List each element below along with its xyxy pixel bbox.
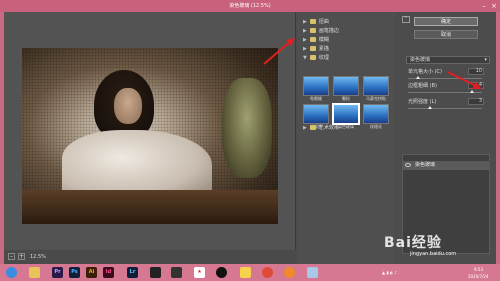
thumb-image (363, 76, 389, 96)
folder-distort[interactable]: ▶ 扭曲 (303, 18, 329, 26)
border-thickness-slider[interactable] (408, 90, 482, 93)
folder-brush-strokes[interactable]: ▶ 画笔描边 (303, 27, 339, 35)
clock-time[interactable]: 9:53 (474, 267, 483, 272)
filter-gallery-dialog: – + 12.5% ▶ 扭曲 ▶ 画笔描边 ▶ 模糊 ▶ 素描 ▼ 纹理 龟裂缝… (4, 12, 496, 264)
thumb-grain[interactable]: 颗粒 (333, 76, 359, 102)
thumb-craquelure[interactable]: 龟裂缝 (303, 76, 329, 102)
expand-arrow-icon: ▶ (303, 18, 307, 25)
filter-tree: ▶ 扭曲 ▶ 画笔描边 ▶ 模糊 ▶ 素描 ▼ 纹理 龟裂缝 颗粒 马赛克拼贴 … (297, 12, 395, 264)
effect-layer-label: 染色玻璃 (415, 162, 436, 168)
texture-thumbnails: 龟裂缝 颗粒 马赛克拼贴 拼缀图 染色玻璃 纹理化 (303, 76, 389, 130)
thumb-texturizer[interactable]: 纹理化 (363, 104, 389, 130)
folder-icon[interactable] (29, 267, 40, 278)
zoom-in-button[interactable]: + (18, 253, 25, 260)
thumb-image (333, 76, 359, 96)
stocks-icon[interactable]: ★ (194, 267, 205, 278)
chrome-icon[interactable] (262, 267, 273, 278)
thumb-label: 纹理化 (370, 124, 382, 129)
premiere-icon[interactable]: Pr (52, 267, 63, 278)
collapse-arrow-icon: ▼ (303, 54, 307, 61)
ok-button[interactable]: 确定 (414, 17, 478, 26)
chevron-down-icon: ▾ (484, 57, 487, 63)
annotation-arrow-icon (263, 38, 295, 65)
watermark-logo: Bai经验 (384, 235, 442, 251)
photo-face (114, 88, 142, 124)
annotation-arrow-icon (447, 71, 482, 89)
folder-icon (309, 19, 316, 24)
folder-icon (309, 46, 316, 51)
thumb-label: 龟裂缝 (310, 96, 322, 101)
thumb-image (303, 104, 329, 124)
video-icon[interactable] (171, 267, 182, 278)
firefox-icon[interactable] (284, 267, 295, 278)
window-title-bar: 染色玻璃 (12.5%) – × (0, 0, 500, 12)
files-icon[interactable] (307, 267, 318, 278)
folder-label: 纹理 (318, 55, 329, 61)
folder-artistic[interactable]: ▶ 艺术效果 (303, 124, 339, 132)
folder-label: 模糊 (318, 37, 329, 43)
zoom-value[interactable]: 12.5% (30, 254, 46, 260)
folder-icon (309, 55, 316, 60)
photo-table (22, 190, 278, 224)
cell-size-label: 单元格大小 (C) (408, 69, 442, 75)
settings-panel: ⌃ 确定 取消 染色玻璃 ▾ 单元格大小 (C) 10 边框粗细 (B) 4 光… (396, 12, 496, 264)
preview-image (22, 48, 278, 224)
photoshop-icon[interactable]: Ps (69, 267, 80, 278)
slider-knob[interactable] (428, 106, 432, 109)
media-icon[interactable] (150, 267, 161, 278)
folder-label: 艺术效果 (318, 125, 339, 131)
light-intensity-input[interactable]: 3 (468, 98, 484, 105)
filter-select-value: 染色玻璃 (410, 57, 431, 63)
system-tray: ▲ ▮ ◐ ♪ 9:53 2020/7/24 (380, 264, 500, 281)
slider-knob[interactable] (416, 76, 420, 79)
light-intensity-label: 光照强度 (L) (408, 99, 437, 105)
collapse-panel-icon[interactable]: ⌃ (402, 16, 410, 23)
folder-icon (309, 125, 316, 130)
window-controls: – × (480, 0, 498, 12)
clock-date[interactable]: 2020/7/24 (468, 274, 489, 279)
windows-start-icon[interactable] (6, 267, 17, 278)
folder-label: 素描 (318, 46, 329, 52)
tray-icons[interactable]: ▲ ▮ ◐ ♪ (382, 270, 397, 275)
zoom-out-button[interactable]: – (8, 253, 15, 260)
close-icon[interactable]: × (490, 2, 498, 10)
watermark-url: jingyan.baidu.com (410, 251, 457, 257)
light-intensity-slider[interactable] (408, 106, 482, 109)
expand-arrow-icon: ▶ (303, 45, 307, 52)
taskbar: Pr Ps Ai Id Lr ★ ▲ ▮ ◐ ♪ 9:53 2020/7/24 (0, 264, 500, 281)
cancel-button[interactable]: 取消 (414, 30, 478, 39)
folder-icon (309, 37, 316, 42)
thumb-label: 马赛克拼贴 (366, 96, 386, 101)
notes-icon[interactable] (240, 267, 251, 278)
window-title: 染色玻璃 (12.5%) (229, 3, 271, 9)
thumb-label: 颗粒 (342, 96, 350, 101)
thumb-image (303, 76, 329, 96)
folder-label: 画笔描边 (318, 28, 339, 34)
border-thickness-label: 边框粗细 (B) (408, 83, 437, 89)
folder-sketch[interactable]: ▶ 素描 (303, 45, 329, 53)
expand-arrow-icon: ▶ (303, 36, 307, 43)
lightroom-icon[interactable]: Lr (127, 267, 138, 278)
zoom-bar: – + 12.5% (4, 250, 296, 264)
effect-layer[interactable]: 染色玻璃 (403, 161, 489, 170)
qq-icon[interactable] (216, 267, 227, 278)
eye-icon[interactable] (405, 163, 411, 167)
thumb-mosaic-tiles[interactable]: 马赛克拼贴 (363, 76, 389, 102)
expand-arrow-icon: ▶ (303, 27, 307, 34)
expand-arrow-icon: ▶ (303, 124, 307, 131)
folder-icon (309, 28, 316, 33)
folder-label: 扭曲 (318, 19, 329, 25)
preview-area[interactable] (4, 12, 296, 250)
thumb-image (332, 103, 360, 125)
thumb-image (363, 104, 389, 124)
minimize-icon[interactable]: – (480, 2, 488, 10)
illustrator-icon[interactable]: Ai (86, 267, 97, 278)
folder-blur[interactable]: ▶ 模糊 (303, 36, 329, 44)
indesign-icon[interactable]: Id (103, 267, 114, 278)
filter-select[interactable]: 染色玻璃 ▾ (406, 56, 490, 64)
folder-texture[interactable]: ▼ 纹理 (303, 54, 329, 62)
photo-plant (222, 78, 272, 178)
